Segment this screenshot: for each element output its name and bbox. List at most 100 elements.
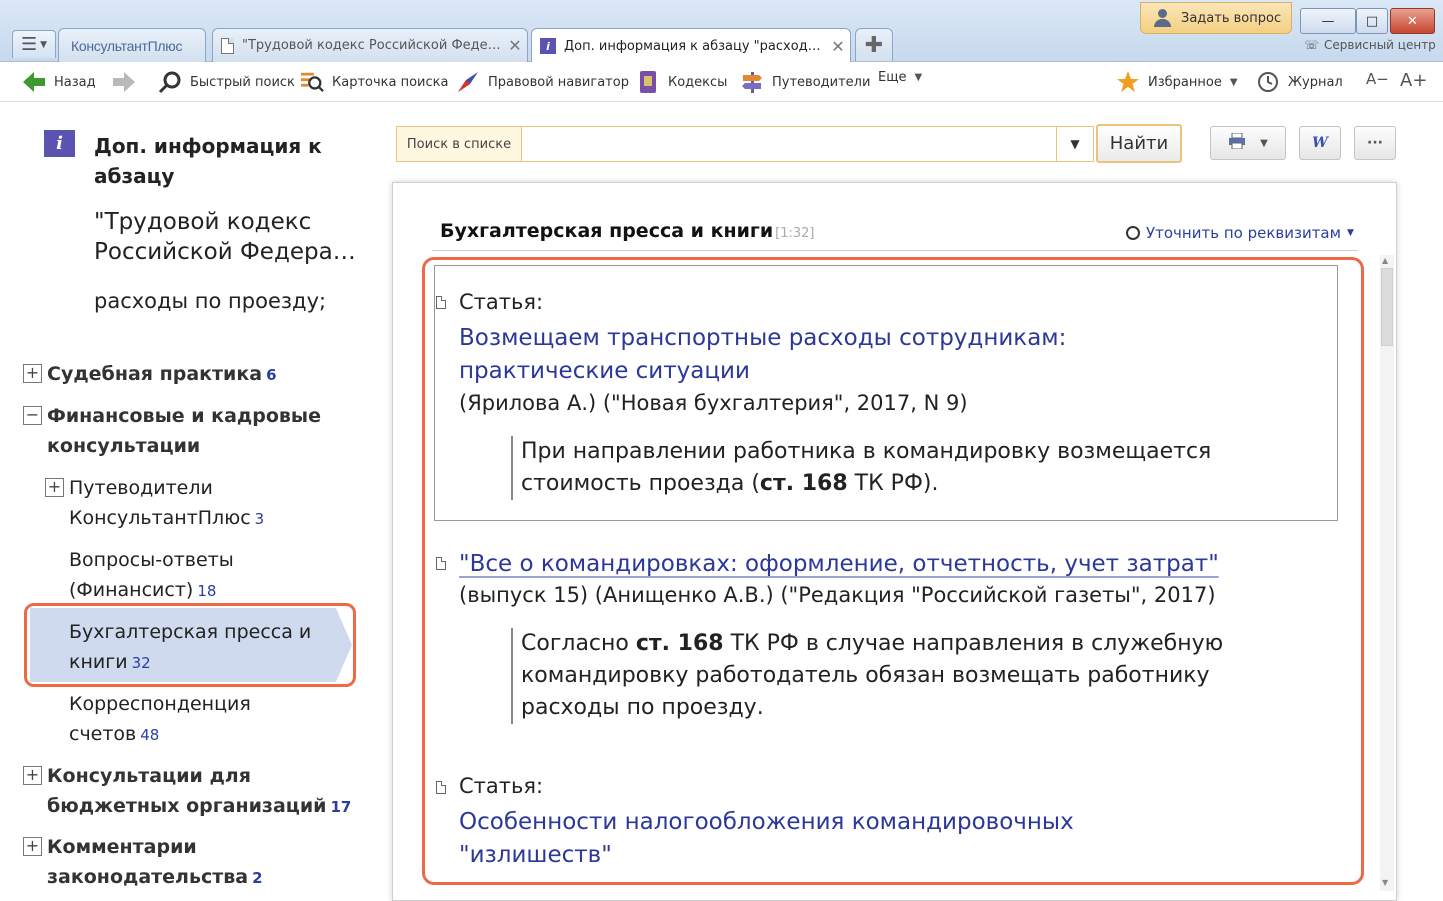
more-menu-button[interactable]: Еще ▼	[878, 70, 922, 85]
menu-icon: ☰	[20, 34, 38, 55]
expand-toggle[interactable]: +	[45, 478, 64, 497]
clock-icon	[1256, 70, 1280, 94]
tab-label: "Трудовой кодекс Российской Федерации" о…	[242, 38, 503, 53]
close-window-button[interactable]: ✕	[1390, 8, 1435, 34]
page-title: Доп. информация к абзацу	[94, 134, 322, 188]
chevron-down-icon: ▼	[914, 72, 923, 83]
forward-arrow-icon	[112, 70, 136, 94]
list-title-text: Бухгалтерская пресса и книги	[440, 220, 774, 242]
collapse-toggle[interactable]: −	[23, 406, 42, 425]
count-badge: 17	[330, 798, 352, 816]
scroll-up-icon[interactable]: ▲	[1382, 256, 1388, 265]
ask-question-button[interactable]: Задать вопрос	[1140, 2, 1292, 34]
chevron-down-icon: ▼	[1229, 76, 1238, 88]
font-larger-button[interactable]: A+	[1400, 70, 1427, 91]
quick-search-label: Быстрый поиск	[190, 74, 295, 90]
divider	[432, 250, 1358, 251]
close-tab-icon[interactable]: ✕	[503, 36, 527, 55]
find-button[interactable]: Найти	[1096, 124, 1182, 163]
tree-node-label: бюджетных организаций	[47, 795, 327, 817]
highlight-frame	[422, 257, 1364, 885]
tab-additional-info[interactable]: i Доп. информация к абзацу "расходы по п…	[531, 28, 851, 63]
tab-labor-code[interactable]: "Трудовой кодекс Российской Федерации" о…	[212, 28, 528, 62]
service-center-label: Сервисный центр	[1324, 38, 1436, 52]
highlight-frame	[24, 603, 356, 687]
chevron-down-icon: ▼	[1070, 137, 1080, 151]
search-card-icon	[300, 70, 324, 94]
export-word-button[interactable]: W	[1299, 126, 1341, 160]
search-card-label: Карточка поиска	[332, 74, 449, 90]
source-document-line: Российской Федерац...	[94, 239, 369, 265]
scrollbar-thumb[interactable]	[1381, 268, 1393, 346]
journal-button[interactable]: Журнал	[1256, 70, 1343, 94]
document-icon	[221, 37, 234, 54]
count-badge: 2	[252, 869, 263, 887]
main-toolbar: Назад Быстрый поиск Карточка поиска Прав…	[0, 62, 1443, 102]
back-label: Назад	[54, 74, 96, 90]
tree-node-legislation-comments[interactable]: Комментарии законодательства 2	[47, 832, 263, 893]
more-actions-button[interactable]: ···	[1354, 126, 1396, 160]
tree-node-label: КонсультантПлюс	[69, 507, 251, 529]
service-center-link[interactable]: ☏ Сервисный центр	[1304, 38, 1436, 52]
close-tab-icon[interactable]: ✕	[826, 37, 850, 56]
count-badge: 18	[197, 582, 217, 600]
more-label: Еще	[878, 70, 907, 85]
tree-node-label: Консультации для	[47, 765, 251, 787]
phone-icon: ☏	[1304, 38, 1320, 52]
search-icon	[158, 70, 182, 94]
favorites-button[interactable]: Избранное ▼	[1116, 70, 1238, 94]
refine-label: Уточнить по реквизитам	[1146, 224, 1341, 242]
favorites-label: Избранное	[1148, 74, 1222, 90]
vertical-scrollbar[interactable]	[1380, 255, 1394, 891]
compass-icon	[456, 70, 480, 94]
guides-label: Путеводители	[772, 74, 871, 90]
search-input[interactable]	[522, 126, 1058, 162]
tab-label: Доп. информация к абзацу "расходы по про…	[564, 38, 826, 54]
ask-question-label: Задать вопрос	[1181, 10, 1282, 26]
search-history-dropdown[interactable]: ▼	[1056, 126, 1094, 162]
title-bar: ☰ ▼ КонсультантПлюс "Трудовой кодекс Росс…	[0, 0, 1443, 63]
tree-node-label: законодательства	[47, 866, 249, 888]
tree-node-label: Путеводители	[69, 477, 213, 499]
legal-navigator-button[interactable]: Правовой навигатор	[456, 70, 629, 94]
tree-node-court-practice[interactable]: Судебная практика 6	[47, 359, 277, 390]
expand-toggle[interactable]: +	[23, 837, 42, 856]
back-button[interactable]: Назад	[22, 70, 96, 94]
star-icon	[1116, 70, 1140, 94]
plus-icon: ✚	[864, 32, 884, 58]
search-card-button[interactable]: Карточка поиска	[300, 70, 448, 94]
codes-button[interactable]: Кодексы	[636, 70, 727, 94]
search-in-list-label: Поиск в списке	[396, 126, 522, 162]
tree-node-account-correspondence[interactable]: Корреспонденция счетов 48	[69, 689, 251, 750]
tree-node-financial-consultations[interactable]: Финансовые и кадровые консультации	[47, 401, 321, 461]
tree-node-qa-financier[interactable]: Вопросы-ответы (Финансист) 18	[69, 545, 234, 606]
expand-toggle[interactable]: +	[23, 766, 42, 785]
forward-button[interactable]	[112, 70, 136, 94]
back-arrow-icon	[22, 70, 46, 94]
source-document-name: "Трудовой кодекс Российской Федерац...	[94, 207, 369, 267]
journal-label: Журнал	[1288, 74, 1343, 90]
scroll-down-icon[interactable]: ▼	[1382, 878, 1388, 887]
consultant-icon	[1153, 9, 1173, 27]
tree-node-label: консультации	[47, 435, 201, 457]
quick-search-button[interactable]: Быстрый поиск	[158, 70, 295, 94]
refine-by-attributes-link[interactable]: Уточнить по реквизитам ▼	[1126, 224, 1354, 242]
tree-node-budget-consultations[interactable]: Консультации для бюджетных организаций 17	[47, 761, 351, 822]
info-icon: i	[540, 38, 556, 54]
signpost-icon	[740, 70, 764, 94]
count-badge: 6	[266, 366, 277, 384]
count-badge: 48	[140, 726, 160, 744]
guides-button[interactable]: Путеводители	[740, 70, 870, 94]
main-menu-button[interactable]: ☰ ▼	[12, 30, 56, 58]
tab-home[interactable]: КонсультантПлюс	[58, 28, 206, 62]
tree-node-label: Корреспонденция	[69, 693, 251, 715]
maximize-button[interactable]: □	[1356, 8, 1388, 34]
tree-node-guides[interactable]: Путеводители КонсультантПлюс 3	[69, 473, 264, 534]
tree-node-label: Финансовые и кадровые	[47, 405, 321, 427]
font-smaller-button[interactable]: A−	[1366, 70, 1389, 88]
minimize-button[interactable]: —	[1300, 8, 1356, 34]
new-tab-button[interactable]: ✚	[855, 28, 893, 61]
expand-toggle[interactable]: +	[23, 364, 42, 383]
print-button[interactable]: ▼	[1210, 126, 1286, 160]
codes-label: Кодексы	[668, 74, 728, 90]
